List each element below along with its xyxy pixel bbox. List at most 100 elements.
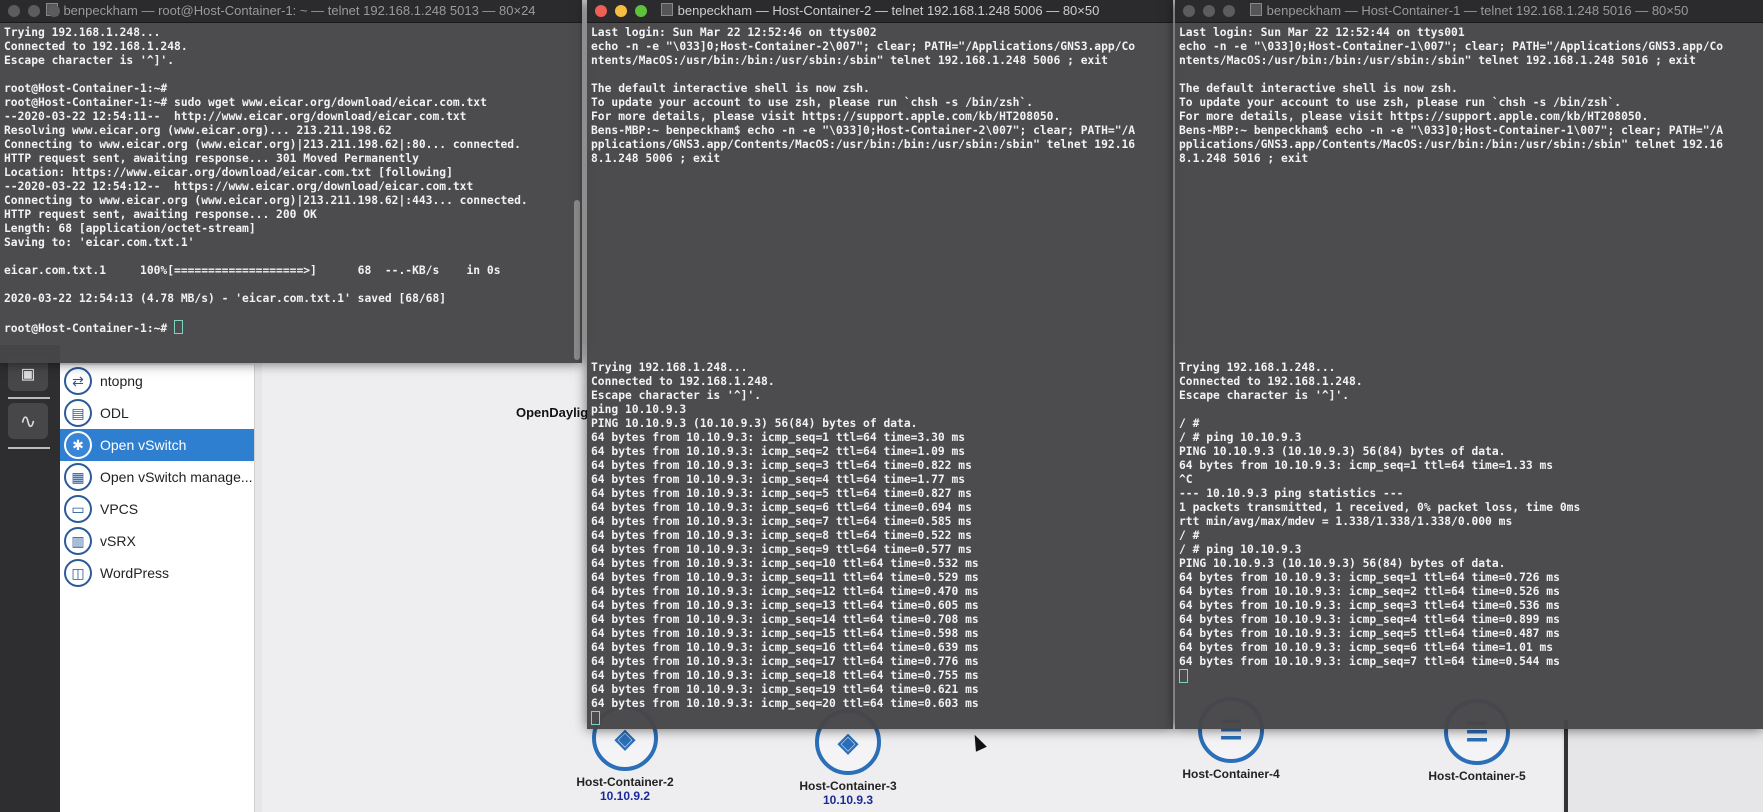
terminal-line: The default interactive shell is now zsh… [1179,82,1458,95]
terminal-output[interactable]: Trying 192.168.1.248... Connected to 192.… [587,358,983,729]
terminal-line: root@Host-Container-1:~# [4,320,578,336]
window-titlebar[interactable]: benpeckham — Host-Container-1 — telnet 1… [1175,0,1763,23]
window-titlebar[interactable]: benpeckham — Host-Container-2 — telnet 1… [587,0,1173,23]
terminal-line: echo -n -e "\033]0;Host-Container-1\007"… [1179,40,1724,53]
window-title: benpeckham — Host-Container-1 — telnet 1… [1266,3,1689,18]
terminal-line: 8.1.248 5016 ; exit [1179,152,1309,165]
window-title: benpeckham — Host-Container-2 — telnet 1… [677,3,1100,18]
terminal-line: pplications/GNS3.app/Contents/MacOS:/usr… [1179,138,1724,151]
terminal-line: --- 10.10.9.3 ping statistics --- [1179,487,1404,500]
minimize-button[interactable] [615,5,627,17]
terminal-line: 64 bytes from 10.10.9.3: icmp_seq=1 ttl=… [591,431,966,444]
node-name: Host-Container-4 [1182,767,1280,781]
minimize-button[interactable] [28,5,40,17]
terminal-window-host-container-1-ping[interactable]: benpeckham — Host-Container-1 — telnet 1… [1175,0,1763,729]
terminal-line: 64 bytes from 10.10.9.3: icmp_seq=7 ttl=… [1179,655,1560,668]
terminal-line: echo -n -e "\033]0;Host-Container-2\007"… [591,40,1136,53]
terminal-line: 64 bytes from 10.10.9.3: icmp_seq=5 ttl=… [1179,627,1560,640]
terminal-prompt-line [1179,669,1580,685]
terminal-line: 64 bytes from 10.10.9.3: icmp_seq=16 ttl… [591,641,979,654]
zoom-button[interactable] [1223,5,1235,17]
node-name: Host-Container-5 [1428,769,1526,783]
terminal-line: 2020-03-22 12:54:13 (4.78 MB/s) - 'eicar… [4,292,447,305]
terminal-line: / # ping 10.10.9.3 [1179,431,1302,444]
terminal-line: 64 bytes from 10.10.9.3: icmp_seq=1 ttl=… [1179,459,1554,472]
terminal-line: 64 bytes from 10.10.9.3: icmp_seq=11 ttl… [591,571,979,584]
terminal-line: 64 bytes from 10.10.9.3: icmp_seq=7 ttl=… [591,515,972,528]
text-cursor [591,711,600,725]
terminal-output[interactable]: Trying 192.168.1.248... Connected to 192.… [1175,358,1584,688]
terminal-line: --2020-03-22 12:54:11-- http://www.eicar… [4,110,467,123]
terminal-line: 64 bytes from 10.10.9.3: icmp_seq=9 ttl=… [591,543,972,556]
terminal-window-host-container-2[interactable]: benpeckham — Host-Container-2 — telnet 1… [587,0,1173,729]
terminal-output[interactable]: Last login: Sun Mar 22 12:52:46 on ttys0… [587,23,1173,169]
window-title: benpeckham — root@Host-Container-1: ~ — … [63,3,536,18]
close-button[interactable] [1183,5,1195,17]
terminal-line: Bens-MBP:~ benpeckham$ echo -n -e "\033]… [591,124,1136,137]
terminal-line: Last login: Sun Mar 22 12:52:46 on ttys0… [591,26,877,39]
terminal-line: 64 bytes from 10.10.9.3: icmp_seq=6 ttl=… [591,501,972,514]
folder-icon [660,3,673,16]
scrollbar[interactable] [574,200,580,360]
terminal-line: 64 bytes from 10.10.9.3: icmp_seq=6 ttl=… [1179,641,1554,654]
odl-icon: ▤ [64,399,92,427]
terminal-line: 64 bytes from 10.10.9.3: icmp_seq=19 ttl… [591,683,979,696]
device-label: vSRX [100,533,136,549]
terminal-window-host-container-1-wget[interactable]: benpeckham — root@Host-Container-1: ~ — … [0,0,582,363]
window-titlebar[interactable]: benpeckham — root@Host-Container-1: ~ — … [0,0,582,23]
device-label: Open vSwitch [100,437,187,453]
opendaylight-node-label[interactable]: OpenDaylig [516,405,588,420]
terminal-line: Escape character is '^]'. [4,54,175,67]
terminal-line: ntents/MacOS:/usr/bin:/bin:/usr/sbin:/sb… [1179,54,1696,67]
terminal-line: 64 bytes from 10.10.9.3: icmp_seq=8 ttl=… [591,529,972,542]
terminal-line: 64 bytes from 10.10.9.3: icmp_seq=12 ttl… [591,585,979,598]
terminal-output[interactable]: Trying 192.168.1.248... Connected to 192.… [0,23,582,339]
terminal-line: 64 bytes from 10.10.9.3: icmp_seq=13 ttl… [591,599,979,612]
node-name: Host-Container-3 [799,779,897,793]
terminal-line: Location: https://www.eicar.org/download… [4,166,453,179]
zoom-button[interactable] [48,5,60,17]
terminal-prompt-line [591,711,979,727]
device-label: ntopng [100,373,143,389]
terminal-line: 64 bytes from 10.10.9.3: icmp_seq=3 ttl=… [591,459,972,472]
terminal-line: 64 bytes from 10.10.9.3: icmp_seq=4 ttl=… [1179,613,1560,626]
device-item-wordpress[interactable]: ◫ WordPress [60,557,254,589]
terminal-line: HTTP request sent, awaiting response... … [4,152,419,165]
device-item-vsrx[interactable]: ▥ vSRX [60,525,254,557]
close-button[interactable] [595,5,607,17]
terminal-line: 64 bytes from 10.10.9.3: icmp_seq=14 ttl… [591,613,979,626]
vpcs-icon: ▭ [64,495,92,523]
terminal-line: 8.1.248 5006 ; exit [591,152,721,165]
node-name: Host-Container-2 [576,775,674,789]
tool-divider [8,397,50,399]
terminal-line: ^C [1179,473,1193,486]
terminal-line: / # ping 10.10.9.3 [1179,543,1302,556]
text-cursor [174,320,184,334]
close-button[interactable] [8,5,20,17]
device-item-ntopng[interactable]: ⇄ ntopng [60,365,254,397]
terminal-line: 1 packets transmitted, 1 received, 0% pa… [1179,501,1581,514]
add-link-icon[interactable]: ∿ [8,403,48,439]
terminal-line: 64 bytes from 10.10.9.3: icmp_seq=3 ttl=… [1179,599,1560,612]
terminal-output[interactable]: Last login: Sun Mar 22 12:52:44 on ttys0… [1175,23,1763,169]
terminal-line: / # [1179,529,1200,542]
device-label: VPCS [100,501,139,517]
terminal-line: root@Host-Container-1:~# sudo wget www.e… [4,96,487,109]
device-item-open-vswitch[interactable]: ✱ Open vSwitch [60,429,254,461]
terminal-line: Last login: Sun Mar 22 12:52:44 on ttys0… [1179,26,1465,39]
device-list-panel: ⇄ ntopng ▤ ODL ✱ Open vSwitch ▦ Open vSw… [60,365,255,812]
zoom-button[interactable] [635,5,647,17]
device-item-open-vswitch-management[interactable]: ▦ Open vSwitch manage... [60,461,254,493]
terminal-line: PING 10.10.9.3 (10.10.9.3) 56(84) bytes … [1179,557,1506,570]
device-item-odl[interactable]: ▤ ODL [60,397,254,429]
terminal-line: pplications/GNS3.app/Contents/MacOS:/usr… [591,138,1136,151]
minimize-button[interactable] [1203,5,1215,17]
device-item-vpcs[interactable]: ▭ VPCS [60,493,254,525]
device-label: WordPress [100,565,169,581]
terminal-line: Trying 192.168.1.248... [1179,361,1336,374]
terminal-line: Connecting to www.eicar.org (www.eicar.o… [4,138,521,151]
window-controls [1183,5,1235,17]
ntopng-icon: ⇄ [64,367,92,395]
